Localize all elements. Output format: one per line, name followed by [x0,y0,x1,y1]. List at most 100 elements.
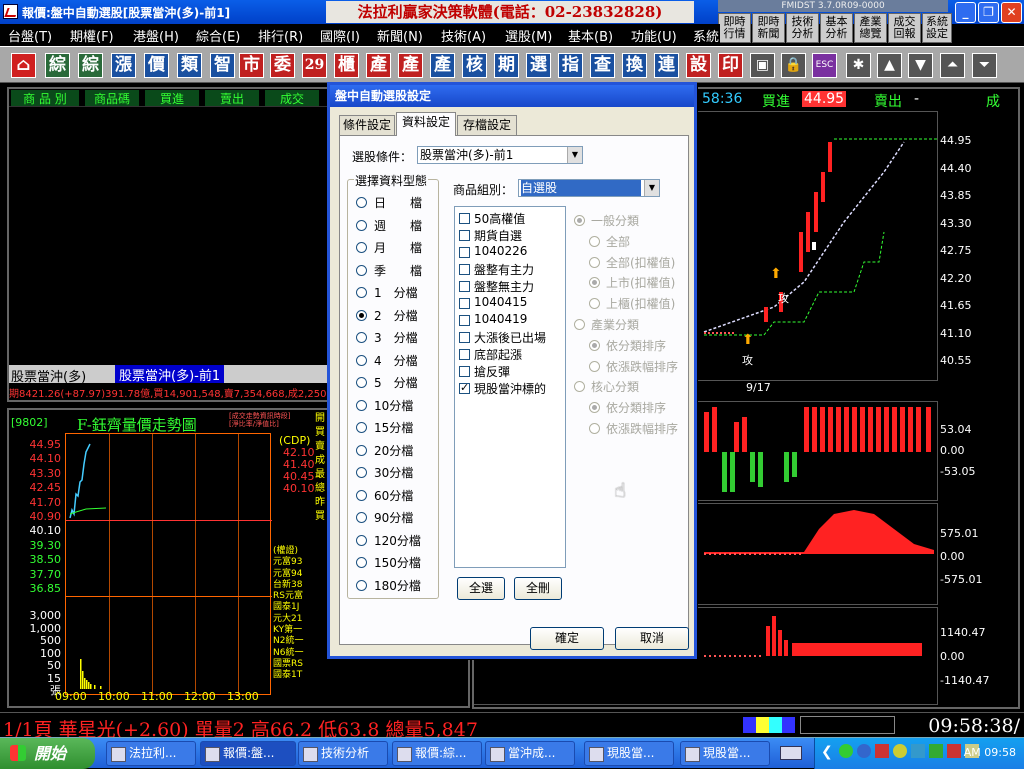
data-type-radio[interactable] [356,354,367,366]
data-type-radio[interactable] [356,309,367,321]
classify-label[interactable]: 上櫃(扣權值) [606,295,675,312]
tab-condition[interactable]: 條件設定 [339,115,395,135]
task-button[interactable]: 技術分析 [298,741,388,766]
group-listbox[interactable]: 50高權值 期貨自選 1040226 盤整有主力 盤整無主力 1040415 1040419… [454,206,566,568]
classify-label[interactable]: 依分類排序 [606,337,666,354]
classify-radio[interactable] [589,256,600,268]
header-code[interactable]: 商品碼 [85,90,139,106]
toolbar-button[interactable]: 櫃 [334,53,359,78]
group-item-checkbox[interactable] [459,381,470,394]
classify-radio[interactable] [589,423,600,434]
group-item-label[interactable]: 1040419 [474,312,527,326]
classify-label[interactable]: 全部(扣權值) [606,254,675,271]
data-type-label[interactable]: 20分檔 [374,442,413,459]
toolbar-button[interactable]: 印 [718,53,743,78]
classify-label[interactable]: 上市(扣權值) [606,274,675,291]
menu-item[interactable]: 綜合(E) [196,26,240,45]
tab-data[interactable]: 資料設定 [396,112,456,136]
tray-app-icon[interactable] [875,744,889,758]
data-type-label[interactable]: 15分檔 [374,419,413,436]
task-button[interactable]: 法拉利... [106,741,196,766]
warrant-code[interactable]: 元富94 [273,569,303,580]
tab-list-1[interactable]: 股票當沖(多) [11,366,86,385]
home-icon[interactable]: ⌂ [11,53,36,78]
group-item-label[interactable]: 底部起漲 [474,346,522,363]
group-item-checkbox[interactable] [459,247,470,258]
classify-radio[interactable] [589,402,600,414]
chevron-down-icon[interactable]: ▼ [644,180,659,196]
tray-app-icon[interactable] [893,744,907,758]
condition-select[interactable]: 股票當沖(多)-前1 ▼ [417,146,583,164]
menu-item[interactable]: 技術(A) [441,26,486,45]
classify-label[interactable]: 產業分類 [591,316,639,333]
group-item-checkbox[interactable] [459,332,470,343]
tab-list-2[interactable]: 股票當沖(多)-前1 [115,365,225,384]
data-type-label[interactable]: 90分檔 [374,509,413,526]
data-type-radio[interactable] [356,557,367,568]
group-item-checkbox[interactable] [459,349,470,360]
classify-radio[interactable] [574,319,585,330]
classify-label[interactable]: 依分類排序 [606,399,666,416]
data-type-radio[interactable] [356,219,367,231]
menu-item[interactable]: 選股(M) [505,26,552,45]
delete-all-button[interactable]: 全刪 [514,577,562,600]
arrow-down-icon[interactable]: ▼ [908,53,933,78]
close-button[interactable]: ✕ [1001,2,1022,23]
group-item-label[interactable]: 大漲後已出場 [474,329,546,346]
warrant-code[interactable]: N2統一 [273,636,303,647]
task-button[interactable]: 報價:盤... [200,741,296,766]
classify-label[interactable]: 全部 [606,233,630,250]
menu-item[interactable]: 新聞(N) [377,26,423,45]
data-type-label[interactable]: 1 分檔 [374,284,418,301]
data-type-label[interactable]: 季 檔 [374,262,422,279]
star-icon[interactable]: ✱ [846,53,871,78]
maximize-button[interactable]: ❐ [978,2,999,23]
toolbar-button[interactable]: 綜 [45,53,70,78]
tray-app-icon[interactable] [839,744,853,758]
classify-label[interactable]: 依漲跌幅排序 [606,420,678,437]
page-down-icon[interactable]: ⏷ [972,53,997,78]
task-button[interactable]: 當沖成... [485,741,575,766]
menu-item[interactable]: 基本(B) [568,26,613,45]
data-type-label[interactable]: 180分檔 [374,577,421,594]
warrant-code[interactable]: 元富93 [273,557,303,568]
toolbar-button[interactable]: 產 [366,53,391,78]
warrant-code[interactable]: 國泰1J [273,602,303,613]
group-item-label[interactable]: 盤整有主力 [474,261,534,278]
classify-label[interactable]: 一般分類 [591,212,639,229]
group-item-checkbox[interactable] [459,298,470,309]
tray-app-icon[interactable] [911,744,925,758]
group-item-label[interactable]: 1040226 [474,244,527,258]
menu-item[interactable]: 系統 [693,26,719,45]
quick-realtime-button[interactable]: 即時行情 [718,13,751,43]
header-ask[interactable]: 賣出 [205,90,259,106]
toolbar-button[interactable]: 智 [210,53,235,78]
group-item-checkbox[interactable] [459,315,470,326]
data-type-label[interactable]: 5 分檔 [374,374,418,391]
toolbar-button[interactable]: 29 [302,53,327,78]
menu-item[interactable]: 台盤(T) [8,26,52,45]
escape-icon[interactable]: ESC [812,53,837,78]
group-item-checkbox[interactable] [459,366,470,377]
data-type-label[interactable]: 60分檔 [374,487,413,504]
tab-save[interactable]: 存檔設定 [457,115,517,135]
toolbar-button[interactable]: 類 [177,53,202,78]
data-type-label[interactable]: 週 檔 [374,217,422,234]
menu-item[interactable]: 國際(I) [320,26,360,45]
classify-radio[interactable] [589,339,600,351]
classify-radio[interactable] [589,360,600,372]
quick-basic-button[interactable]: 基本分析 [820,13,853,43]
data-type-label[interactable]: 3 分檔 [374,329,418,346]
toolbar-button[interactable]: 核 [462,53,487,78]
warrant-code[interactable]: 國泰1T [273,670,303,681]
group-item-checkbox[interactable] [459,213,470,224]
chevron-down-icon[interactable]: ▼ [567,147,582,163]
cancel-button[interactable]: 取消 [615,627,689,650]
header-deal[interactable]: 成交 [265,90,319,106]
classify-radio[interactable] [589,277,600,289]
tray-arrow-icon[interactable]: ❮ [821,744,833,760]
data-type-label[interactable]: 120分檔 [374,532,421,549]
data-type-label[interactable]: 月 檔 [374,239,422,256]
warrant-code[interactable]: N6統一 [273,648,303,659]
menu-item[interactable]: 港盤(H) [133,26,179,45]
